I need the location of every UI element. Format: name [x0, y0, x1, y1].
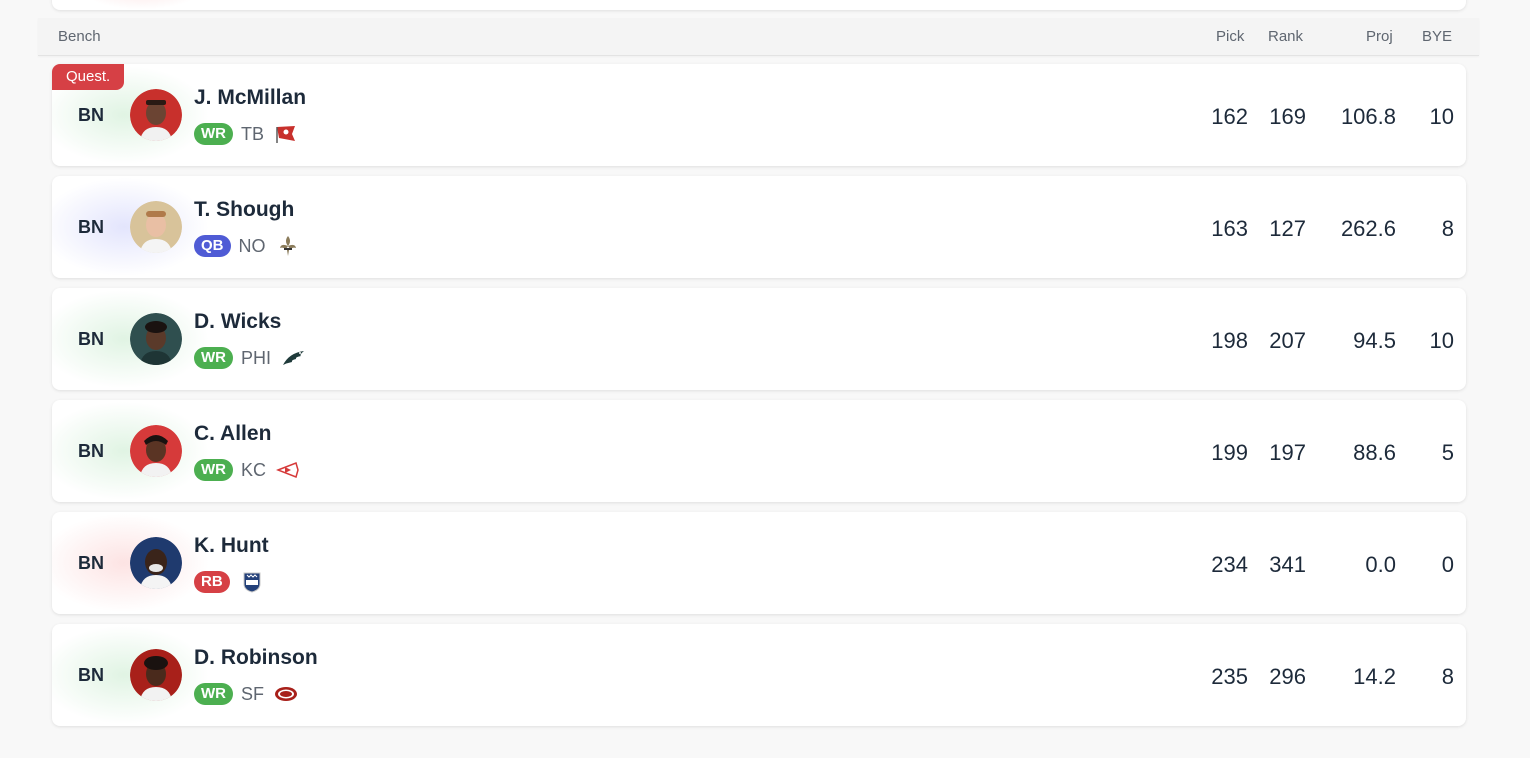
stat-bye: 10	[1429, 328, 1454, 353]
column-header-proj[interactable]: Proj	[1366, 28, 1393, 45]
team-abbr: NO	[238, 235, 266, 256]
stat-rank: 296	[1269, 664, 1306, 689]
player-meta: WR TB	[194, 123, 298, 145]
stat-proj: 88.6	[1353, 440, 1396, 465]
sf-oval-icon	[274, 683, 298, 705]
previous-row-tint	[72, 0, 212, 10]
stat-pick: 199	[1211, 440, 1248, 465]
team-abbr: KC	[241, 459, 267, 480]
team-abbr: SF	[241, 683, 265, 704]
player-name[interactable]: D. Wicks	[194, 310, 281, 334]
bench-header: Bench Pick Rank Proj BYE	[38, 18, 1479, 56]
player-meta: WR KC	[194, 459, 300, 481]
position-badge: QB	[194, 235, 231, 257]
player-name[interactable]: C. Allen	[194, 422, 271, 446]
player-row[interactable]: BN T. Shough QB NO 163 127 262.6 8	[52, 176, 1466, 278]
player-meta: RB	[194, 571, 264, 593]
stat-rank: 341	[1269, 552, 1306, 577]
stat-proj: 94.5	[1353, 328, 1396, 353]
stat-rank: 169	[1269, 104, 1306, 129]
stat-proj: 262.6	[1340, 216, 1396, 241]
player-row[interactable]: BN D. Robinson WR SF 235 296 14.2 8	[52, 624, 1466, 726]
player-name[interactable]: D. Robinson	[194, 646, 318, 670]
player-avatar[interactable]	[130, 537, 182, 589]
roster-slot[interactable]: BN	[76, 105, 106, 126]
stat-pick: 235	[1211, 664, 1248, 689]
team-abbr: TB	[241, 123, 265, 144]
nfl-shield-icon	[240, 571, 264, 593]
buccaneers-flag-icon	[274, 123, 298, 145]
stat-proj: 106.8	[1340, 104, 1396, 129]
arrowhead-icon	[275, 459, 300, 481]
roster-slot[interactable]: BN	[76, 441, 106, 462]
bench-title: Bench	[58, 28, 101, 45]
player-row[interactable]: BN C. Allen WR KC 199 197 88.6 5	[52, 400, 1466, 502]
player-meta: QB NO	[194, 235, 300, 257]
column-header-rank[interactable]: Rank	[1268, 28, 1303, 45]
player-row[interactable]: BN K. Hunt RB 234 341 0.0 0	[52, 512, 1466, 614]
player-meta: WR PHI	[194, 347, 305, 369]
previous-row-card	[52, 0, 1466, 10]
stat-bye: 10	[1429, 104, 1454, 129]
position-badge: WR	[194, 347, 233, 369]
position-badge: WR	[194, 683, 233, 705]
roster-slot[interactable]: BN	[76, 217, 106, 238]
fleur-de-lis-icon	[276, 235, 300, 257]
stat-rank: 127	[1269, 216, 1306, 241]
player-avatar[interactable]	[130, 89, 182, 141]
position-badge: RB	[194, 571, 230, 593]
roster-slot[interactable]: BN	[76, 553, 106, 574]
stat-pick: 234	[1211, 552, 1248, 577]
player-avatar[interactable]	[130, 425, 182, 477]
player-name[interactable]: J. McMillan	[194, 86, 306, 110]
stat-pick: 198	[1211, 328, 1248, 353]
stat-bye: 0	[1441, 552, 1454, 577]
stat-bye: 5	[1441, 440, 1454, 465]
player-avatar[interactable]	[130, 313, 182, 365]
stat-pick: 163	[1211, 216, 1248, 241]
column-header-bye[interactable]: BYE	[1422, 28, 1452, 45]
player-meta: WR SF	[194, 683, 298, 705]
stat-rank: 207	[1269, 328, 1306, 353]
questionable-badge: Quest.	[52, 64, 125, 90]
position-badge: WR	[194, 459, 233, 481]
player-avatar[interactable]	[130, 649, 182, 701]
stat-rank: 197	[1269, 440, 1306, 465]
roster-slot[interactable]: BN	[76, 665, 106, 686]
position-badge: WR	[194, 123, 233, 145]
stat-pick: 162	[1211, 104, 1248, 129]
column-header-pick[interactable]: Pick	[1216, 28, 1244, 45]
stat-proj: 0.0	[1365, 552, 1396, 577]
team-abbr: PHI	[241, 347, 272, 368]
stat-bye: 8	[1441, 664, 1454, 689]
bench-player-list: Quest. BN J. McMillan WR TB 162 169 106.…	[52, 64, 1466, 736]
player-row[interactable]: BN D. Wicks WR PHI 198 207 94.5 10	[52, 288, 1466, 390]
player-avatar[interactable]	[130, 201, 182, 253]
player-name[interactable]: K. Hunt	[194, 534, 269, 558]
stat-bye: 8	[1441, 216, 1454, 241]
player-name[interactable]: T. Shough	[194, 198, 294, 222]
roster-slot[interactable]: BN	[76, 329, 106, 350]
stat-proj: 14.2	[1353, 664, 1396, 689]
eagle-wing-icon	[281, 347, 305, 369]
player-row[interactable]: Quest. BN J. McMillan WR TB 162 169 106.…	[52, 64, 1466, 166]
